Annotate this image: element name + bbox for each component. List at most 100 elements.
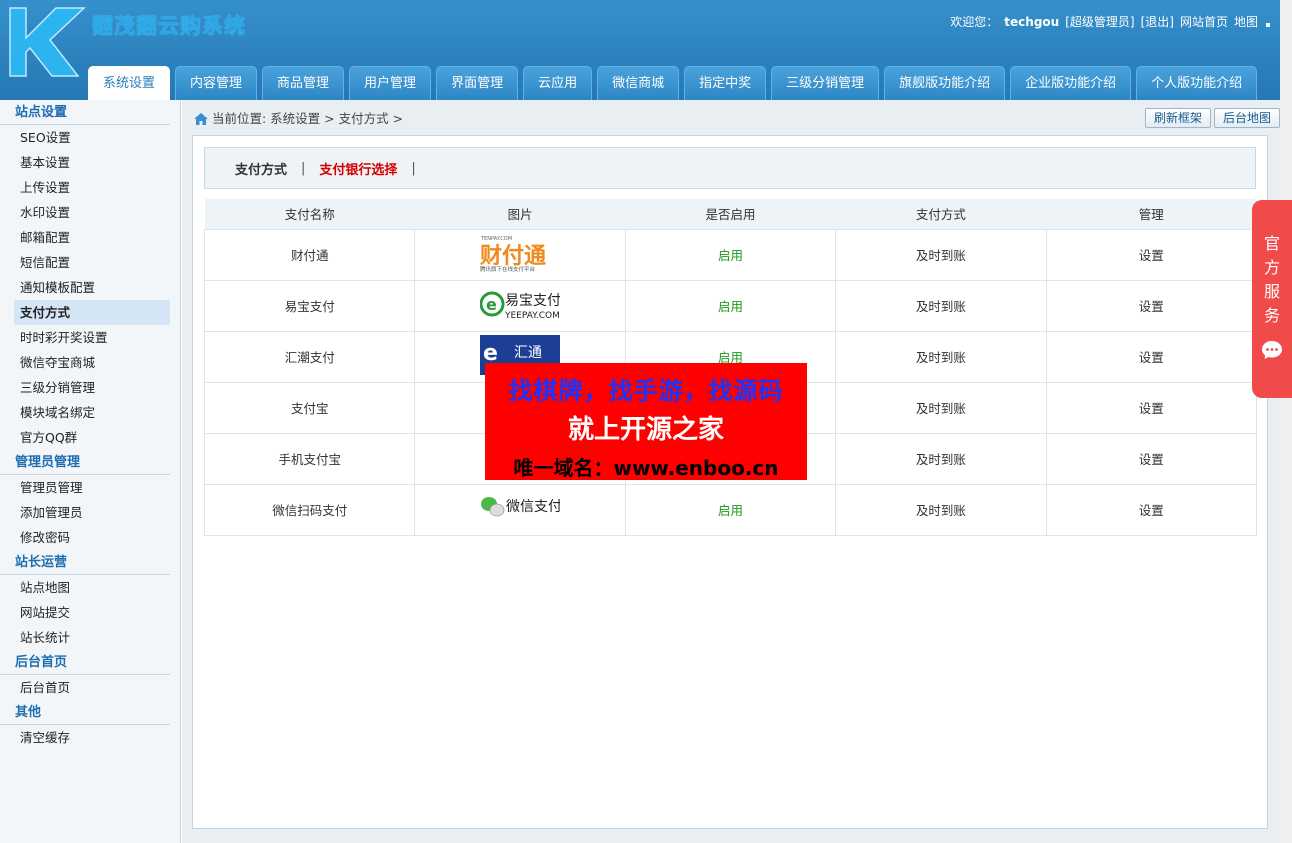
cell-method: 及时到账 <box>835 330 1047 383</box>
main-nav: 系统设置 内容管理 商品管理 用户管理 界面管理 云应用 微信商城 指定中奖 三… <box>88 66 1258 100</box>
sidebar-item-basic[interactable]: 基本设置 <box>0 150 170 175</box>
cell-method: 及时到账 <box>835 483 1047 536</box>
site-home-link[interactable]: 网站首页 <box>1180 13 1228 30</box>
sidebar-group-other: 其他 <box>0 700 170 725</box>
sidebar-item-notify-template[interactable]: 通知模板配置 <box>0 275 170 300</box>
official-service-button[interactable]: 官方服务 <box>1252 200 1292 398</box>
tab-content-manage[interactable]: 内容管理 <box>175 66 258 100</box>
cell-name: 支付宝 <box>203 381 416 434</box>
tab-system-settings[interactable]: 系统设置 <box>88 66 171 100</box>
breadcrumb: 当前位置: 系统设置 > 支付方式 > <box>194 110 403 128</box>
sidebar-item-wechat-treasure[interactable]: 微信夺宝商城 <box>0 350 170 375</box>
cell-name: 易宝支付 <box>203 279 416 332</box>
cell-image: TENPAY.COM 财付通 腾讯旗下在线支付平台 <box>414 228 626 281</box>
sidebar-item-email[interactable]: 邮箱配置 <box>0 225 170 250</box>
ecpss-logo-text: 汇通 <box>514 345 542 361</box>
subtabs: 支付方式 | 支付银行选择 | <box>204 147 1256 189</box>
sidebar-item-domain-binding[interactable]: 模块域名绑定 <box>0 400 170 425</box>
sidebar-item-sitemap[interactable]: 站点地图 <box>0 575 170 600</box>
scrollbar[interactable] <box>1280 0 1292 843</box>
subtab-separator: | <box>301 160 306 176</box>
col-header-manage: 管理 <box>1046 199 1257 229</box>
cell-method: 及时到账 <box>835 228 1047 281</box>
sidebar-group-site-settings: 站点设置 <box>0 100 170 125</box>
sidebar-item-seo[interactable]: SEO设置 <box>0 125 170 150</box>
cell-name: 汇潮支付 <box>203 330 416 383</box>
ad-line-3: 唯一域名：www.enboo.cn <box>513 456 779 480</box>
col-header-method: 支付方式 <box>835 199 1047 229</box>
cell-name: 微信扫码支付 <box>203 483 416 536</box>
ad-line-2: 就上开源之家 <box>567 415 724 445</box>
cell-enabled[interactable]: 启用 <box>624 228 837 281</box>
user-role: [超级管理员] <box>1065 15 1135 29</box>
sidebar-item-backend-home[interactable]: 后台首页 <box>0 675 170 700</box>
logo-icon[interactable] <box>4 4 86 80</box>
cell-method: 及时到账 <box>835 432 1047 485</box>
cell-method: 及时到账 <box>835 381 1047 434</box>
ad-banner[interactable]: 找棋牌，找手游，找源码 就上开源之家 唯一域名：www.enboo.cn <box>485 363 807 480</box>
sidebar-item-change-password[interactable]: 修改密码 <box>0 525 170 550</box>
backend-map-button[interactable]: 后台地图 <box>1213 108 1280 128</box>
tab-ui-manage[interactable]: 界面管理 <box>436 66 519 100</box>
tab-wechat-mall[interactable]: 微信商城 <box>597 66 680 100</box>
tab-three-level-distribution[interactable]: 三级分销管理 <box>771 66 880 100</box>
map-dot-icon <box>1266 22 1270 27</box>
refresh-frame-button[interactable]: 刷新框架 <box>1144 108 1211 128</box>
content-panel: 支付方式 | 支付银行选择 | 支付名称 图片 是否启用 支付方式 管理 财付通 <box>192 135 1268 829</box>
tenpay-logo-icon: TENPAY.COM 财付通 腾讯旗下在线支付平台 <box>480 236 546 273</box>
tab-enterprise-intro[interactable]: 企业版功能介绍 <box>1010 66 1132 100</box>
chat-icon <box>1262 341 1282 359</box>
cell-manage-link[interactable]: 设置 <box>1045 432 1258 485</box>
cell-image: e 易宝支付 YEEPAY.COM <box>414 279 626 332</box>
tab-flagship-intro[interactable]: 旗舰版功能介绍 <box>884 66 1006 100</box>
svg-text:e: e <box>486 295 497 314</box>
sidebar-item-stats[interactable]: 站长统计 <box>0 625 170 650</box>
cell-enabled[interactable]: 启用 <box>624 279 837 332</box>
col-header-enabled: 是否启用 <box>625 199 836 229</box>
tab-goods-manage[interactable]: 商品管理 <box>262 66 345 100</box>
sidebar: 站点设置 SEO设置 基本设置 上传设置 水印设置 邮箱配置 短信配置 通知模板… <box>0 100 181 843</box>
cell-manage-link[interactable]: 设置 <box>1045 483 1258 536</box>
sidebar-item-lottery[interactable]: 时时彩开奖设置 <box>0 325 170 350</box>
map-link[interactable]: 地图 <box>1234 13 1258 30</box>
sidebar-group-backend-home: 后台首页 <box>0 650 170 675</box>
cell-name: 财付通 <box>203 228 416 281</box>
tenpay-logo-main: 财付通 <box>480 244 546 269</box>
sidebar-item-sms[interactable]: 短信配置 <box>0 250 170 275</box>
cell-manage-link[interactable]: 设置 <box>1045 381 1258 434</box>
sidebar-item-add-admin[interactable]: 添加管理员 <box>0 500 170 525</box>
welcome-text: 欢迎您： <box>950 15 999 29</box>
subtab-payment-methods[interactable]: 支付方式 <box>235 159 287 178</box>
tab-designated-winner[interactable]: 指定中奖 <box>684 66 767 100</box>
sidebar-item-admin-manage[interactable]: 管理员管理 <box>0 475 170 500</box>
sidebar-item-payment[interactable]: 支付方式 <box>14 300 170 325</box>
logo-text: 翻茂翻云购系统 <box>92 14 246 38</box>
cell-method: 及时到账 <box>835 279 1047 332</box>
home-icon <box>194 113 208 125</box>
cell-manage-link[interactable]: 设置 <box>1045 228 1258 281</box>
col-header-image: 图片 <box>414 199 626 229</box>
table-row: 易宝支付 e 易宝支付 YEEPAY.COM 启用 及时到账 设置 <box>203 279 1258 332</box>
yeepay-logo-main: 易宝支付 <box>505 293 560 309</box>
sidebar-item-watermark[interactable]: 水印设置 <box>0 200 170 225</box>
cell-manage-link[interactable]: 设置 <box>1045 279 1258 332</box>
wechat-pay-logo-icon: 微信支付 <box>481 497 560 517</box>
cell-enabled[interactable]: 启用 <box>624 483 837 536</box>
table-row: 财付通 TENPAY.COM 财付通 腾讯旗下在线支付平台 启用 及时到账 设置 <box>203 228 1258 281</box>
tab-personal-intro[interactable]: 个人版功能介绍 <box>1136 66 1258 100</box>
tenpay-logo-sub: 腾讯旗下在线支付平台 <box>480 265 536 273</box>
sidebar-item-clear-cache[interactable]: 清空缓存 <box>0 725 170 750</box>
logout-link[interactable]: [退出] <box>1141 13 1174 30</box>
yeepay-logo-sub: YEEPAY.COM <box>504 311 560 321</box>
sidebar-item-distribution[interactable]: 三级分销管理 <box>0 375 170 400</box>
subtab-bank-select[interactable]: 支付银行选择 <box>319 159 397 178</box>
table-header-row: 支付名称 图片 是否启用 支付方式 管理 <box>204 199 1257 229</box>
sidebar-item-qq-group[interactable]: 官方QQ群 <box>0 425 170 450</box>
ad-line-1: 找棋牌，找手游，找源码 <box>508 377 784 405</box>
breadcrumb-text: 当前位置: 系统设置 > 支付方式 > <box>212 111 404 126</box>
sidebar-item-site-submit[interactable]: 网站提交 <box>0 600 170 625</box>
cell-manage-link[interactable]: 设置 <box>1045 330 1258 383</box>
tab-cloud-apps[interactable]: 云应用 <box>523 66 593 100</box>
sidebar-item-upload[interactable]: 上传设置 <box>0 175 170 200</box>
tab-user-manage[interactable]: 用户管理 <box>349 66 432 100</box>
